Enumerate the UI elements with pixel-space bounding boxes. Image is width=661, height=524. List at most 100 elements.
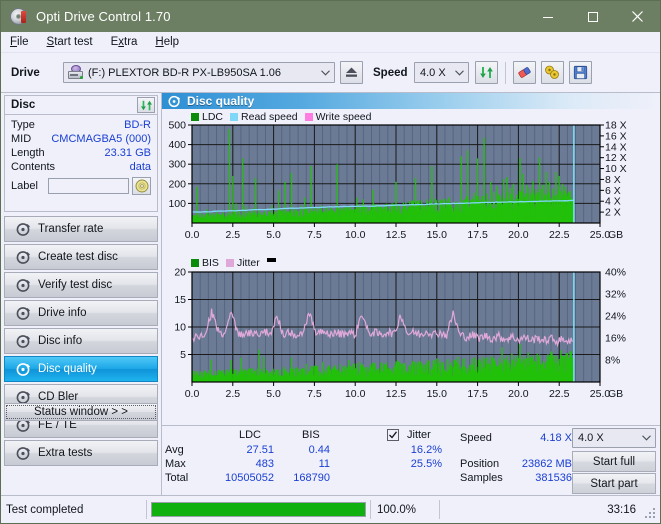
svg-text:14 X: 14 X	[605, 141, 627, 153]
refresh-button[interactable]	[475, 61, 498, 84]
minimize-button[interactable]	[525, 1, 570, 32]
disc-info-box: Disc Type BD-R MID CMCMAGBA5 (000) Lengt…	[4, 95, 158, 212]
ldc-chart-canvas[interactable]: 1002003004005002 X4 X6 X8 X10 X12 X14 X1…	[162, 109, 660, 249]
start-full-button[interactable]: Start full	[572, 451, 656, 472]
drive-select-value: (F:) PLEXTOR BD-R PX-LB950SA 1.06	[88, 66, 281, 79]
sidebar-item-drive-info[interactable]: Drive info	[4, 300, 158, 326]
chevron-down-icon	[317, 69, 334, 76]
bookmark-button[interactable]	[541, 61, 564, 84]
resize-grip[interactable]	[645, 508, 657, 520]
left-panel: Disc Type BD-R MID CMCMAGBA5 (000) Lengt…	[1, 93, 161, 495]
erase-button[interactable]	[513, 61, 536, 84]
svg-text:12.5: 12.5	[386, 388, 407, 400]
disc-quality-icon	[168, 95, 181, 108]
gold-disc-icon	[545, 65, 559, 79]
disc-row-type-value: BD-R	[124, 119, 151, 131]
sidebar-item-label: Create test disc	[38, 251, 118, 263]
sidebar-item-label: Verify test disc	[38, 279, 113, 291]
progress-bar-fill	[152, 503, 365, 516]
svg-text:10 X: 10 X	[605, 163, 627, 175]
menu-help[interactable]: Help	[146, 34, 188, 50]
sidebar-item-create-test-disc[interactable]: Create test disc	[4, 244, 158, 270]
disc-label-input[interactable]	[48, 178, 129, 194]
stats-max-jitter: 25.5%	[410, 458, 442, 470]
stats-avg-jitter: 16.2%	[410, 444, 442, 456]
refresh-icon	[140, 100, 152, 110]
svg-text:15.0: 15.0	[427, 388, 448, 400]
chevron-down-icon	[638, 435, 655, 441]
speed-select-value: 4.0 X	[420, 66, 446, 79]
svg-text:24%: 24%	[605, 311, 626, 323]
svg-text:10: 10	[174, 322, 186, 334]
title-bar: Opti Drive Control 1.70	[1, 1, 660, 32]
disc-row-contents: Contents data	[11, 160, 151, 174]
svg-text:22.5: 22.5	[549, 229, 570, 241]
menu-start-test-label-rest: tart test	[54, 36, 93, 48]
svg-text:2.5: 2.5	[225, 229, 240, 241]
eject-button[interactable]	[340, 61, 363, 84]
drive-icon	[67, 65, 84, 80]
svg-text:7.5: 7.5	[307, 229, 322, 241]
disc-row-type: Type BD-R	[11, 118, 151, 132]
application-window: Opti Drive Control 1.70 File Start test …	[0, 0, 661, 524]
svg-text:0.0: 0.0	[185, 388, 200, 400]
page-title: Disc quality	[187, 94, 255, 108]
close-button[interactable]	[615, 1, 660, 32]
sidebar-item-label: Drive info	[38, 307, 87, 319]
status-window-label: Status window > >	[34, 406, 128, 418]
menu-extra[interactable]: Extra	[102, 34, 147, 50]
svg-text:2.5: 2.5	[225, 388, 240, 400]
svg-text:500: 500	[168, 120, 186, 132]
stats-avg-bis: 0.44	[308, 444, 330, 456]
disc-row-length-key: Length	[11, 147, 45, 159]
disc-label-button[interactable]	[132, 177, 151, 195]
stats-total-bis: 168790	[293, 472, 330, 484]
stats-row-max-key: Max	[165, 458, 186, 470]
disc-row-type-key: Type	[11, 119, 35, 131]
test-speed-select[interactable]: 4.0 X	[572, 428, 656, 448]
svg-text:7.5: 7.5	[307, 388, 322, 400]
status-window-button[interactable]: Status window > >	[4, 403, 158, 421]
app-disc-icon	[10, 7, 28, 26]
disc-refresh-button[interactable]	[137, 97, 155, 113]
nav-list: Transfer rate Create test disc Verify te…	[4, 216, 158, 468]
start-part-button[interactable]: Start part	[572, 473, 656, 494]
svg-text:12 X: 12 X	[605, 152, 627, 164]
svg-text:100: 100	[168, 198, 186, 210]
disc-row-length: Length 23.31 GB	[11, 146, 151, 160]
status-bar: Test completed 100.0% 33:16	[1, 495, 660, 523]
disc-icon	[12, 334, 34, 349]
sidebar-item-verify-test-disc[interactable]: Verify test disc	[4, 272, 158, 298]
svg-text:20.0: 20.0	[508, 229, 529, 241]
menu-file[interactable]: File	[1, 34, 38, 50]
stats-samples-key: Samples	[460, 472, 503, 484]
save-button[interactable]	[569, 61, 592, 84]
sidebar-item-transfer-rate[interactable]: Transfer rate	[4, 216, 158, 242]
maximize-button[interactable]	[570, 1, 615, 32]
toolbar: Drive (F:) PLEXTOR BD-R PX-LB950SA 1.06 …	[1, 53, 660, 93]
stats-position-key: Position	[460, 458, 500, 470]
disc-label-row: Label	[11, 177, 151, 195]
menu-start-test[interactable]: Start test	[38, 34, 102, 50]
sidebar-item-extra-tests[interactable]: Extra tests	[4, 440, 158, 466]
svg-text:200: 200	[168, 178, 186, 190]
statistics-panel: LDC BIS Jitter Avg 27.51 0.44 16.2% Max …	[162, 425, 660, 495]
stats-row-avg-key: Avg	[165, 444, 184, 456]
jitter-checkbox[interactable]	[387, 429, 399, 441]
disc-row-length-value: 23.31 GB	[104, 147, 151, 159]
drive-select[interactable]: (F:) PLEXTOR BD-R PX-LB950SA 1.06	[63, 62, 335, 83]
svg-text:6 X: 6 X	[605, 185, 621, 197]
svg-text:15.0: 15.0	[427, 229, 448, 241]
start-full-label: Start full	[592, 455, 636, 468]
cd-disc-icon	[135, 179, 148, 193]
svg-text:2 X: 2 X	[605, 207, 621, 219]
svg-text:0.0: 0.0	[185, 229, 200, 241]
svg-text:5.0: 5.0	[266, 388, 281, 400]
eraser-icon	[518, 67, 531, 78]
stats-max-bis: 11	[318, 458, 330, 470]
bis-chart-canvas[interactable]: 5 10 15 20 8% 16% 24% 32% 40% 0.0 2.5 5.0 7.5 10.0 12.…	[162, 256, 660, 411]
sidebar-item-disc-info[interactable]: Disc info	[4, 328, 158, 354]
speed-select[interactable]: 4.0 X	[414, 62, 469, 83]
sidebar-item-disc-quality[interactable]: Disc quality	[4, 356, 158, 382]
chevron-down-icon	[451, 69, 468, 76]
